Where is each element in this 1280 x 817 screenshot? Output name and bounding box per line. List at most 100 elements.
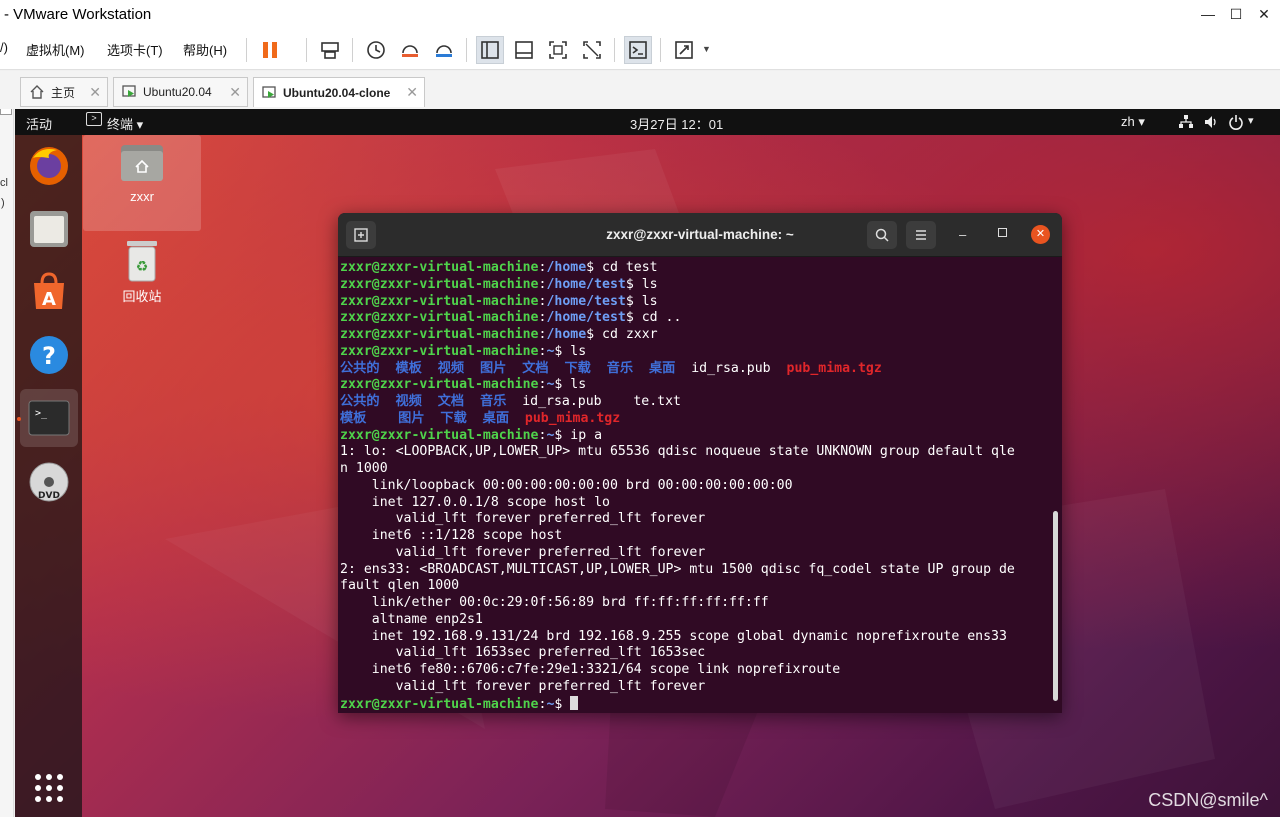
show-library-button[interactable] [476,36,504,64]
tab-close-icon[interactable]: ✕ [89,84,101,101]
terminal-output[interactable]: zxxr@zxxr-virtual-machine:/home$ cd test… [340,260,1055,710]
menu-item-view[interactable]: /) [0,40,8,55]
terminal-line: valid_lft 1653sec preferred_lft 1653sec [340,645,1055,662]
terminal-text-segment: /home/test [546,293,626,309]
terminal-text-segment: $ cd test [586,260,658,275]
vm-running-icon [122,85,136,97]
terminal-line: valid_lft forever preferred_lft forever [340,679,1055,696]
show-applications-button[interactable] [20,759,78,817]
terminal-close-icon[interactable]: ✕ [1031,225,1050,244]
terminal-line: inet6 ::1/128 scope host [340,528,1055,545]
menu-item-vm[interactable]: 虚拟机(M) [26,40,85,59]
power-icon[interactable] [1228,114,1244,130]
hamburger-icon [916,230,926,240]
activities-button[interactable]: 活动 [26,114,52,133]
thumbnail-bar-button[interactable] [510,36,538,64]
dock-dvd[interactable]: DVD [20,453,78,511]
terminal-line: 2: ens33: <BROADCAST,MULTICAST,UP,LOWER_… [340,562,1055,579]
console-view-button[interactable] [624,36,652,64]
terminal-text-segment: inet 127.0.0.1/8 scope host lo [340,494,610,510]
terminal-text-segment: $ cd .. [625,310,682,326]
terminal-scrollbar[interactable] [1053,511,1058,701]
dock-terminal[interactable]: >_ [20,389,78,447]
dock-help[interactable]: ? [20,326,78,384]
tab-home[interactable]: 主页 ✕ [20,77,108,107]
terminal-line: fault qlen 1000 [340,578,1055,595]
guest-screen[interactable]: 活动 > 终端 ▾ 3月27日 12：01 zh ▾ ▾ A ? >_ DVD [15,109,1280,817]
keyboard-icon [321,42,339,59]
terminal-text-segment: zxxr@zxxr-virtual-machine [340,377,539,393]
terminal-text-segment: /home/test [546,276,626,292]
volume-icon[interactable] [1203,114,1219,130]
tab-close-icon[interactable]: ✕ [406,84,418,101]
pause-icon [263,42,277,58]
input-method-button[interactable]: zh ▾ [1121,114,1145,130]
terminal-line: zxxr@zxxr-virtual-machine:/home/test$ ls [340,294,1055,311]
terminal-text-segment: link/loopback 00:00:00:00:00:00 brd 00:0… [340,477,793,493]
snapshot-button[interactable] [362,36,390,64]
revert-snapshot-button[interactable] [396,36,424,64]
terminal-text-segment: zxxr@zxxr-virtual-machine [340,696,539,711]
terminal-line: inet 192.168.9.131/24 brd 192.168.9.255 … [340,629,1055,646]
send-ctrl-alt-del-button[interactable] [316,36,344,64]
minimize-icon[interactable]: — [1198,4,1218,24]
terminal-app-icon: > [86,112,102,126]
desktop-home-folder[interactable]: zxxr [83,135,201,231]
terminal-maximize-icon[interactable] [998,228,1007,237]
terminal-icon: >_ [28,400,70,436]
full-screen-button[interactable] [544,36,572,64]
terminal-window[interactable]: zxxr@zxxr-virtual-machine: ~ – ✕ zxxr@zx… [338,213,1062,713]
desktop-trash[interactable]: ♻ 回收站 [83,239,201,305]
terminal-text-segment: zxxr@zxxr-virtual-machine [340,343,539,359]
terminal-line: valid_lft forever preferred_lft forever [340,545,1055,562]
search-button[interactable] [867,221,897,249]
tab-close-icon[interactable]: ✕ [229,84,241,101]
dock-software[interactable]: A [20,263,78,321]
terminal-line: zxxr@zxxr-virtual-machine:~$ [340,695,1055,711]
terminal-line: 公共的 视频 文档 音乐 id_rsa.pub te.txt [340,394,1055,411]
tab-ubuntu20-04-clone[interactable]: Ubuntu20.04-clone ✕ [253,77,425,107]
pause-button[interactable] [256,36,284,64]
unity-button[interactable] [578,36,606,64]
terminal-text-segment: inet6 ::1/128 scope host [340,528,563,543]
app-menu-button[interactable]: 终端 ▾ [107,114,143,133]
menu-item-tabs[interactable]: 选项卡(T) [107,40,163,59]
firefox-icon [30,147,68,185]
terminal-header-bar[interactable]: zxxr@zxxr-virtual-machine: ~ – ✕ [338,213,1062,257]
files-icon [30,211,68,247]
terminal-line: 模板 图片 下载 桌面 pub_mima.tgz [340,411,1055,428]
terminal-line: zxxr@zxxr-virtual-machine:/home$ cd zxxr [340,327,1055,344]
snapshot-manager-button[interactable] [430,36,458,64]
close-icon[interactable]: ✕ [1254,4,1274,24]
clock[interactable]: 3月27日 12：01 [630,114,723,133]
terminal-line: altname enp2s1 [340,612,1055,629]
terminal-text-segment: inet 192.168.9.131/24 brd 192.168.9.255 … [340,628,1007,644]
snapshot-icon [367,41,385,59]
home-icon [30,85,44,99]
terminal-text-segment: id_rsa.pub [675,360,787,376]
terminal-line: zxxr@zxxr-virtual-machine:/home/test$ cd… [340,310,1055,327]
terminal-text-segment: pub_mima.tgz [524,410,621,426]
terminal-minimize-icon[interactable]: – [959,227,966,242]
hamburger-menu-button[interactable] [906,221,936,249]
stretch-guest-button[interactable] [670,36,698,64]
dock-files[interactable] [20,200,78,258]
terminal-text-segment: pub_mima.tgz [786,360,882,376]
vm-running-icon [262,85,276,98]
window-title: - VMware Workstation [4,6,152,23]
maximize-icon[interactable]: ☐ [1226,4,1246,24]
terminal-text-segment: /home [546,260,587,275]
svg-text:DVD: DVD [38,491,60,501]
tab-ubuntu20-04[interactable]: Ubuntu20.04 ✕ [113,77,248,107]
terminal-text-segment: valid_lft forever preferred_lft forever [340,544,706,560]
terminal-text-segment: /home/test [546,310,626,326]
system-menu-arrow-icon[interactable]: ▾ [1248,114,1254,127]
network-icon[interactable] [1178,114,1194,130]
dock-firefox[interactable] [20,137,78,195]
watermark-text: CSDN@smile^ [1148,790,1268,810]
terminal-text-segment: $ ls [554,377,587,393]
menu-item-help[interactable]: 帮助(H) [183,40,227,59]
terminal-line: zxxr@zxxr-virtual-machine:/home$ cd test [340,260,1055,277]
stretch-dropdown-icon[interactable]: ▼ [702,44,711,54]
